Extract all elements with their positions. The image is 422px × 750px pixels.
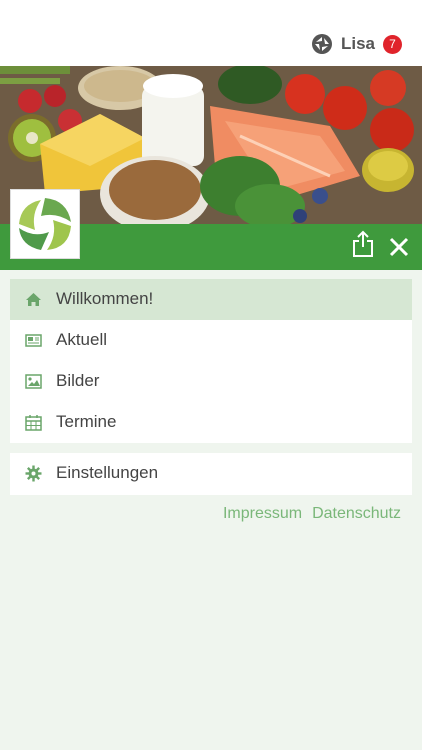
calendar-icon [25,415,42,431]
share-icon[interactable] [351,230,375,258]
menu-item-label: Termine [56,412,117,431]
menu-item-bilder[interactable]: Bilder [10,361,412,402]
menu-item-label: Einstellungen [56,463,159,482]
app-title: Atelier für gesunde Ernährung [92,13,319,32]
footer-links: Impressum Datenschutz [223,505,401,523]
menu-item-label: Aktuell [56,330,108,349]
menu-item-willkommen[interactable]: Willkommen! [10,279,412,320]
close-icon[interactable] [388,236,410,258]
user-menu[interactable]: Lisa 7 [311,33,402,55]
menu-item-label: Bilder [56,371,100,390]
app-logo [10,189,80,259]
gear-icon [25,465,42,482]
top-bar: Lisa 7 [0,0,422,66]
notification-badge[interactable]: 7 [383,34,402,54]
menu-item-aktuell[interactable]: Aktuell [10,320,412,361]
home-icon [26,293,41,306]
main-menu: Willkommen! Aktuell Bilder Termine [10,279,412,443]
user-name[interactable]: Lisa [341,34,375,54]
menu-item-einstellungen[interactable]: Einstellungen [10,453,412,495]
impressum-link[interactable]: Impressum [223,505,302,523]
menu-item-termine[interactable]: Termine [10,402,412,443]
newspaper-icon [25,334,42,347]
datenschutz-link[interactable]: Datenschutz [312,505,401,523]
sync-logo-icon [311,34,332,54]
image-icon [25,374,42,389]
menu-item-label: Willkommen! [56,289,154,308]
